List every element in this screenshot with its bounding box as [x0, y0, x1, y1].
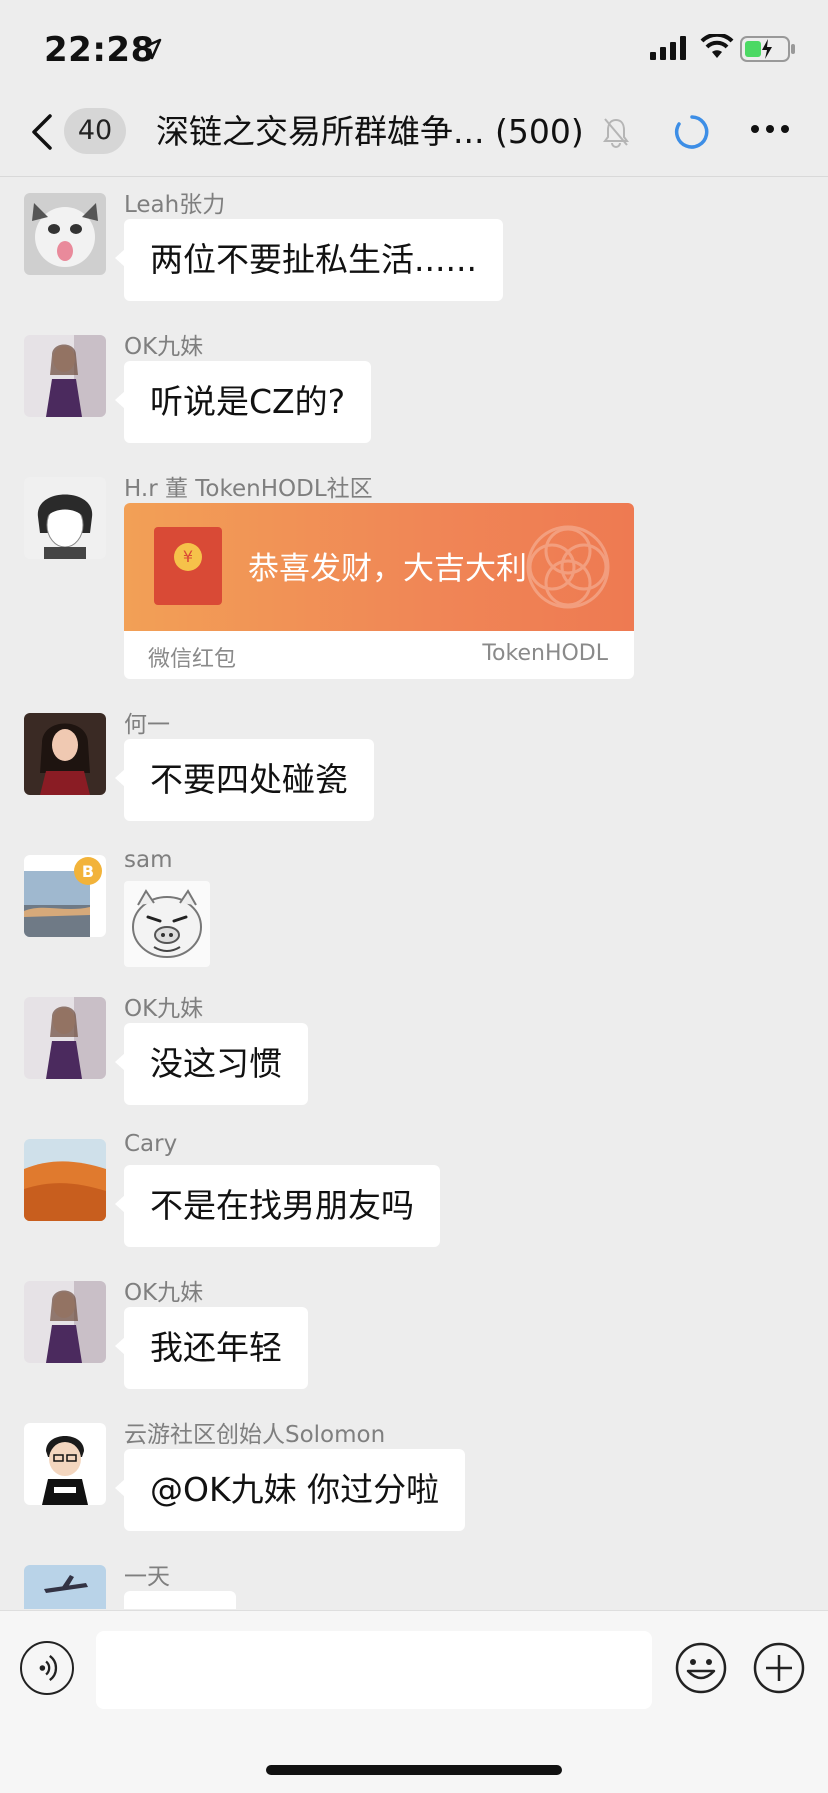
sender-name: OK九妹 [124, 996, 204, 1022]
red-packet-greeting: 恭喜发财，大吉大利 [248, 551, 527, 587]
more-functions-plus-icon[interactable] [752, 1641, 806, 1695]
avatar[interactable] [24, 1139, 106, 1221]
emoji-icon[interactable] [674, 1641, 728, 1695]
sender-name: Leah张力 [124, 192, 226, 218]
message-bubble[interactable]: 不要四处碰瓷 [115, 739, 374, 821]
svg-text:B: B [82, 862, 94, 881]
laughing-pig-sticker[interactable] [124, 881, 210, 967]
message-bubble[interactable]: 两位不要扯私生活...... [115, 219, 503, 301]
message-bubble[interactable]: 听说是CZ的? [114, 361, 372, 443]
loading-spinner-icon [674, 115, 709, 149]
sender-name: 何一 [124, 712, 170, 738]
chat-header: 40 深链之交易所群雄争... (500) [0, 100, 828, 177]
red-packet-footer: 微信红包 TokenHODL [124, 631, 634, 679]
message-bubble[interactable] [124, 1591, 236, 1609]
home-indicator[interactable] [266, 1765, 562, 1775]
red-packet-card[interactable]: ¥ 恭喜发财，大吉大利 微信红包 TokenHODL [124, 503, 634, 679]
voice-input-icon[interactable] [20, 1641, 74, 1695]
avatar[interactable] [24, 1423, 106, 1505]
red-packet-banner: ¥ 恭喜发财，大吉大利 [124, 503, 634, 631]
sender-name: 云游社区创始人Solomon [124, 1422, 386, 1448]
sender-name: sam [124, 847, 173, 873]
status-bar: 22:28 [0, 0, 828, 100]
chat-title[interactable]: 深链之交易所群雄争... (500) [156, 110, 584, 154]
back-chevron-icon[interactable] [28, 112, 58, 152]
red-packet-brand: TokenHODL [482, 641, 608, 666]
muted-bell-icon [603, 118, 629, 148]
unread-count-badge[interactable]: 40 [64, 108, 126, 154]
avatar[interactable]: B [24, 855, 106, 937]
message-input[interactable] [96, 1631, 652, 1709]
sender-name: OK九妹 [124, 334, 204, 360]
sender-name: OK九妹 [124, 1280, 204, 1306]
avatar[interactable] [24, 1565, 106, 1609]
sender-name: Cary [124, 1131, 178, 1157]
cellular-signal-icon [650, 36, 686, 60]
message-bubble[interactable]: 不是在找男朋友吗 [115, 1165, 440, 1247]
avatar[interactable] [24, 997, 106, 1079]
red-envelope-icon: ¥ [154, 527, 222, 605]
battery-charging-icon [740, 36, 795, 62]
yuan-coin-icon: ¥ [174, 543, 202, 571]
avatar[interactable] [24, 1281, 106, 1363]
more-options-icon[interactable] [750, 122, 790, 136]
avatar[interactable] [24, 335, 106, 417]
status-time: 22:28 [44, 30, 155, 70]
sender-name: 一天 [124, 1564, 170, 1590]
red-packet-label: 微信红包 [148, 647, 237, 672]
avatar[interactable] [24, 713, 106, 795]
avatar[interactable] [24, 193, 106, 275]
sender-name: H.r 董 TokenHODL社区 [124, 476, 373, 502]
message-bubble[interactable]: 没这习惯 [115, 1023, 308, 1105]
avatar[interactable] [24, 477, 106, 559]
wifi-icon [700, 34, 734, 58]
message-bubble[interactable]: @OK九妹 你过分啦 [114, 1449, 466, 1531]
input-bar [0, 1610, 828, 1793]
message-list[interactable]: Leah张力 两位不要扯私生活...... OK九妹 听说是CZ的? H.r 董… [0, 177, 828, 1609]
decorative-knot-icon [526, 525, 610, 609]
message-bubble[interactable]: 我还年轻 [115, 1307, 308, 1389]
location-arrow-icon [140, 38, 162, 60]
